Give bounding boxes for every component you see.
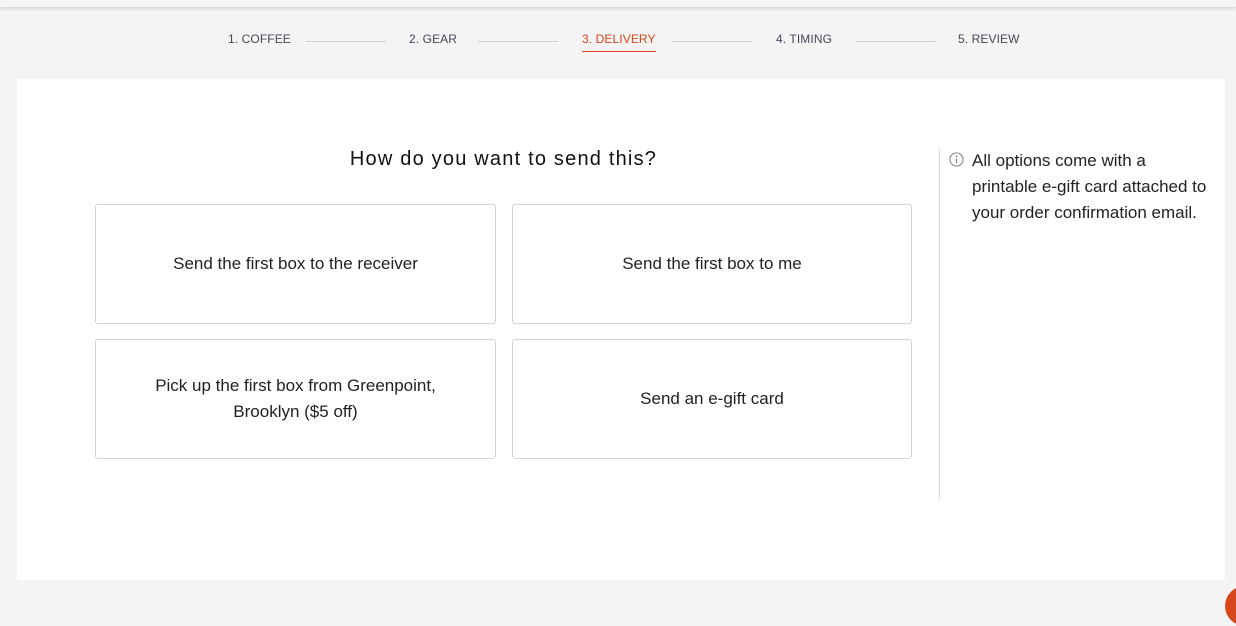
option-send-to-receiver[interactable]: Send the first box to the receiver	[95, 204, 496, 324]
option-label: Pick up the first box from Greenpoint, B…	[155, 376, 436, 421]
checkout-stepper: 1. COFFEE 2. GEAR 3. DELIVERY 4. TIMING …	[0, 30, 1236, 56]
option-e-gift-card[interactable]: Send an e-gift card	[512, 339, 912, 459]
step-timing[interactable]: 4. TIMING	[776, 32, 832, 51]
vertical-divider	[939, 149, 940, 499]
option-label: Send the first box to the receiver	[173, 254, 418, 273]
step-connector	[855, 41, 935, 42]
top-bar	[0, 0, 1236, 7]
step-connector	[306, 41, 386, 42]
option-send-to-me[interactable]: Send the first box to me	[512, 204, 912, 324]
step-review[interactable]: 5. REVIEW	[958, 32, 1020, 51]
info-text: All options come with a printable e-gift…	[972, 151, 1207, 222]
option-label: Send an e-gift card	[640, 389, 784, 408]
step-connector	[478, 41, 558, 42]
step-delivery[interactable]: 3. DELIVERY	[582, 32, 656, 52]
page-title: How do you want to send this?	[349, 148, 658, 170]
option-label: Send the first box to me	[622, 254, 802, 273]
step-gear[interactable]: 2. GEAR	[409, 32, 457, 51]
step-connector	[672, 41, 752, 42]
option-pickup-greenpoint[interactable]: Pick up the first box from Greenpoint, B…	[95, 339, 496, 459]
info-icon	[949, 152, 964, 167]
step-coffee[interactable]: 1. COFFEE	[228, 32, 291, 51]
chat-button[interactable]	[1225, 586, 1236, 626]
